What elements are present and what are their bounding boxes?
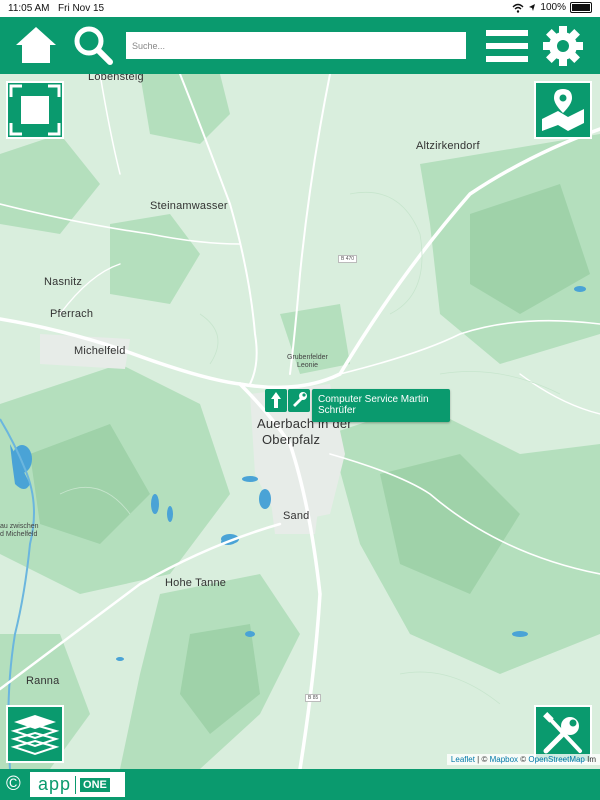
marker-label[interactable]: Computer Service Martin Schrüfer <box>312 389 450 422</box>
small-place-label: Leonie <box>297 362 319 369</box>
wifi-icon <box>512 3 524 13</box>
place-label: Pferrach <box>50 308 94 320</box>
copyright-symbol: © <box>6 773 21 795</box>
tools-icon <box>543 712 582 754</box>
small-place-label: d Michelfeld <box>0 531 38 538</box>
place-label: Ranna <box>26 675 60 687</box>
footer-bar: © app ONE <box>0 769 600 800</box>
marker-arrow-pin[interactable] <box>265 389 287 412</box>
layers-icon <box>10 715 60 756</box>
brand-divider <box>75 775 77 794</box>
osm-link[interactable]: OpenStreetMap <box>528 755 584 764</box>
status-bar: 11:05 AM Fri Nov 15 100% <box>0 0 600 17</box>
map-attribution: Leaflet | © Mapbox © OpenStreetMap Im <box>446 754 600 765</box>
battery-percent: 100% <box>540 2 566 13</box>
fullscreen-button[interactable] <box>6 81 64 139</box>
road-label: B 85 <box>305 694 322 702</box>
hamburger-menu-icon[interactable] <box>486 29 528 63</box>
location-arrow-icon <box>529 4 536 11</box>
attribution-separator: | © <box>474 755 490 764</box>
search-input[interactable] <box>126 32 466 59</box>
fullscreen-icon <box>9 84 61 136</box>
mapbox-link[interactable]: Mapbox <box>490 755 518 764</box>
road-label: B 470 <box>338 255 358 263</box>
brand-app-text: app <box>38 774 72 794</box>
place-label: Hohe Tanne <box>165 577 227 589</box>
search-icon[interactable] <box>72 24 114 66</box>
place-label: Lobensteig <box>88 74 144 83</box>
arrow-up-icon <box>271 392 281 408</box>
status-date: Fri Nov 15 <box>58 3 105 14</box>
leaflet-link[interactable]: Leaflet <box>451 755 475 764</box>
layers-button[interactable] <box>6 705 64 763</box>
brand-logo: app ONE <box>30 772 125 797</box>
map-view[interactable]: Lobensteig Altzirkendorf Steinamwasser N… <box>0 74 600 769</box>
place-label: Sand <box>283 510 310 522</box>
attribution-separator: © <box>518 755 529 764</box>
top-toolbar <box>0 17 600 74</box>
battery-icon <box>570 2 592 13</box>
small-place-label: au zwischen <box>0 523 39 530</box>
status-time: 11:05 AM <box>8 3 50 14</box>
home-icon[interactable] <box>14 25 58 65</box>
place-label: Steinamwasser <box>150 200 228 212</box>
small-place-label: Grubenfelder <box>287 354 328 361</box>
place-label: Nasnitz <box>44 276 83 288</box>
gear-icon[interactable] <box>542 25 584 67</box>
locate-button[interactable] <box>534 81 592 139</box>
brand-one-text: ONE <box>80 777 110 792</box>
place-label: Altzirkendorf <box>416 140 480 152</box>
place-label: Michelfeld <box>74 345 126 357</box>
map-location-icon <box>542 89 584 131</box>
status-right: 100% <box>512 2 592 13</box>
place-label: Oberpfalz <box>262 432 321 447</box>
wrench-icon <box>293 392 307 407</box>
marker-tool-pin[interactable] <box>288 389 310 412</box>
attribution-trail: Im <box>584 755 596 764</box>
